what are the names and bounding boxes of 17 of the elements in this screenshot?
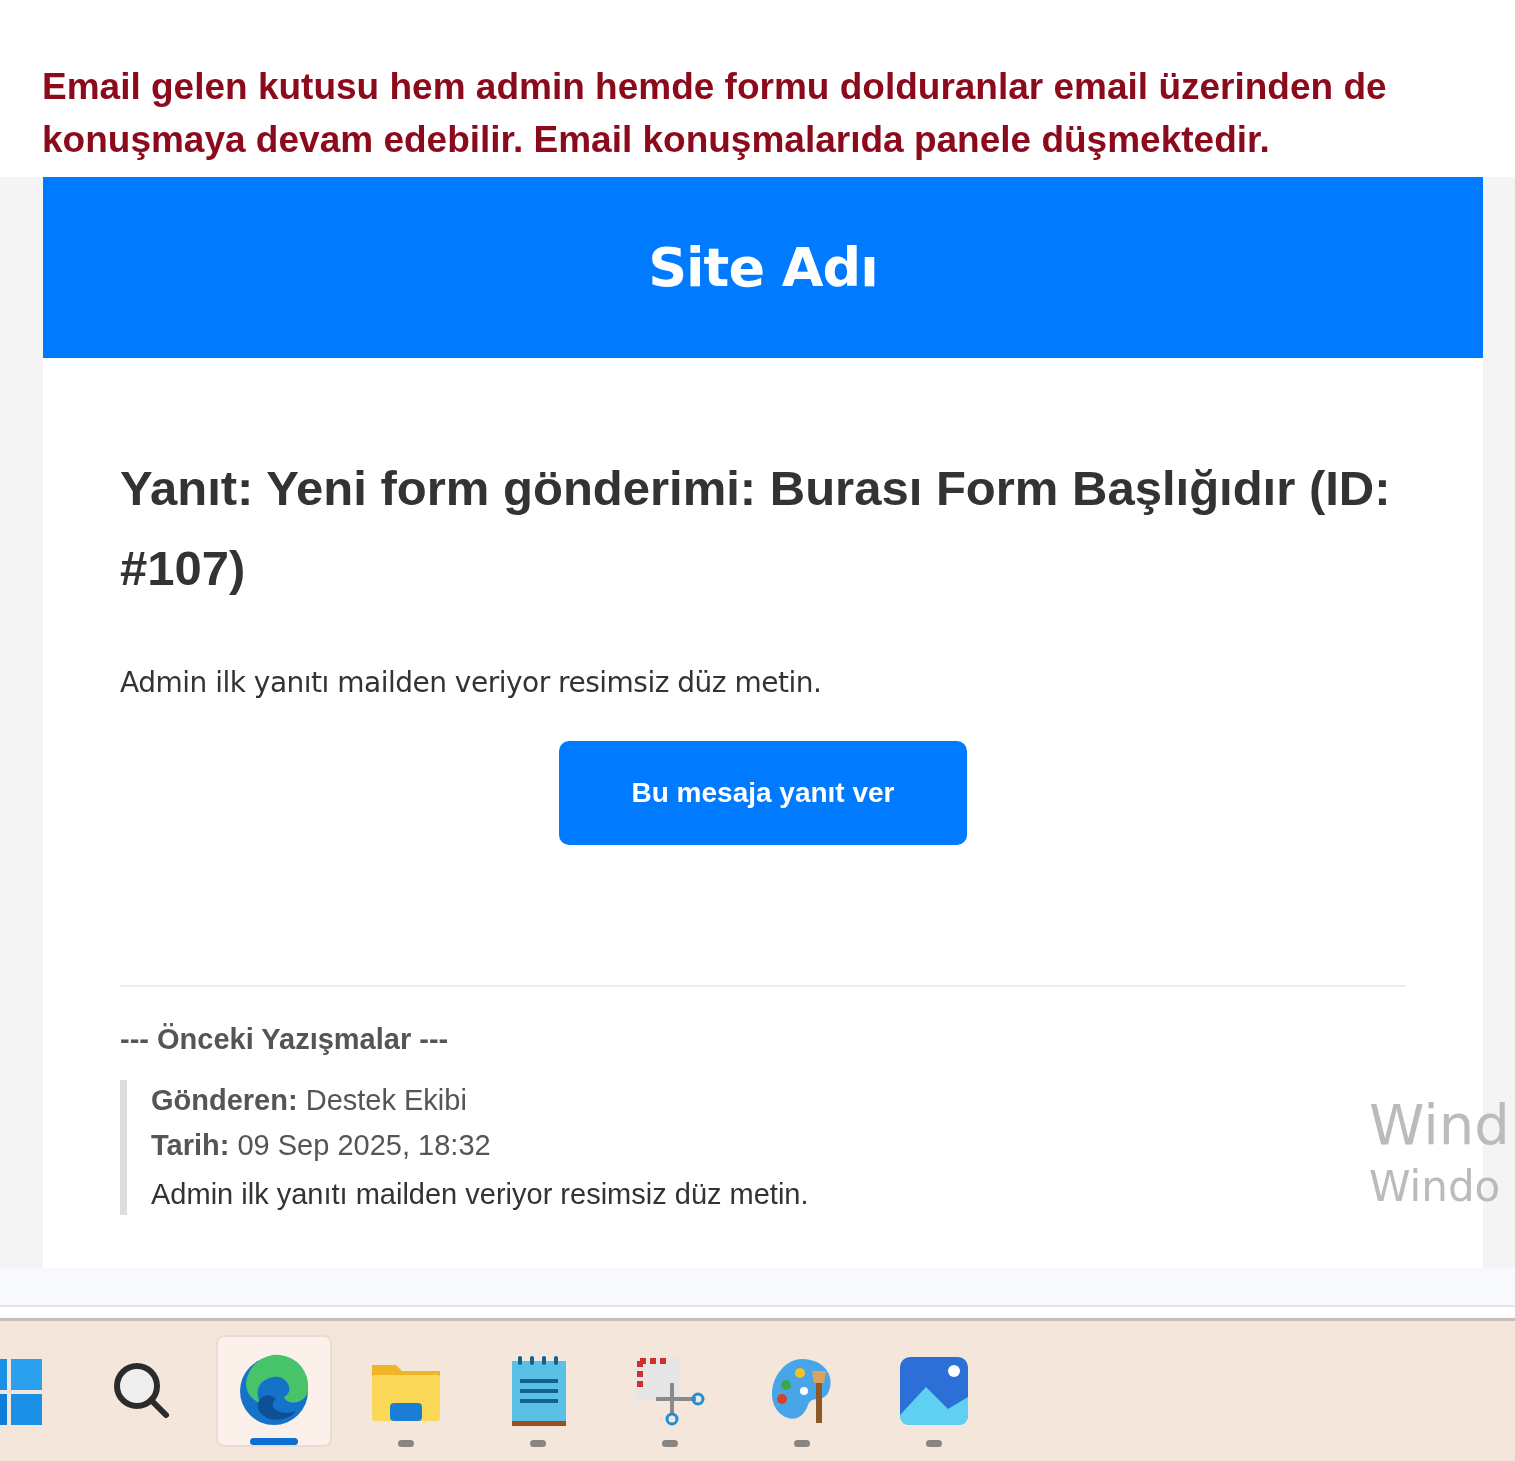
email-subject: Yanıt: Yeni form gönderimi: Burası Form Başlığıdır (ID: #107) bbox=[120, 460, 1392, 597]
date-line: Tarih: 09 Sep 2025, 18:32 bbox=[151, 1129, 492, 1162]
running-indicator bbox=[794, 1440, 810, 1447]
caption: Email gelen kutusu hem admin hemde formu dolduranlar email üzerinden de konuşmaya devam edebilir. Email konuşmalarıda panele düşmektedir. bbox=[42, 65, 1388, 162]
history-heading: --- Önceki Yazışmalar --- bbox=[120, 1023, 450, 1056]
activation-notice: Wind bbox=[1369, 1092, 1510, 1158]
running-indicator bbox=[250, 1438, 298, 1445]
site-name: Site Adı bbox=[648, 236, 878, 299]
sender-line: Gönderen: Destek Ekibi bbox=[151, 1084, 468, 1117]
reply-button[interactable]: Bu mesaja yanıt ver bbox=[559, 741, 967, 845]
activation-notice: Windo bbox=[1369, 1161, 1502, 1213]
taskbar-button[interactable] bbox=[216, 1335, 332, 1447]
running-indicator bbox=[926, 1440, 942, 1447]
running-indicator bbox=[398, 1440, 414, 1447]
running-indicator bbox=[662, 1440, 678, 1447]
email-body: Admin ilk yanıtı mailden veriyor resimsiz düz metin. bbox=[120, 666, 823, 699]
running-indicator bbox=[530, 1440, 546, 1447]
